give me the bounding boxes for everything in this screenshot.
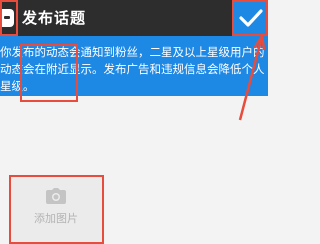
top-bar: 发布话题 [0,0,268,36]
annotation-box-confirm [232,0,268,36]
annotation-box-notice [20,44,78,102]
annotation-box-photo [9,175,104,244]
page-title: 发布话题 [22,9,87,27]
annotation-box-title [0,0,18,36]
